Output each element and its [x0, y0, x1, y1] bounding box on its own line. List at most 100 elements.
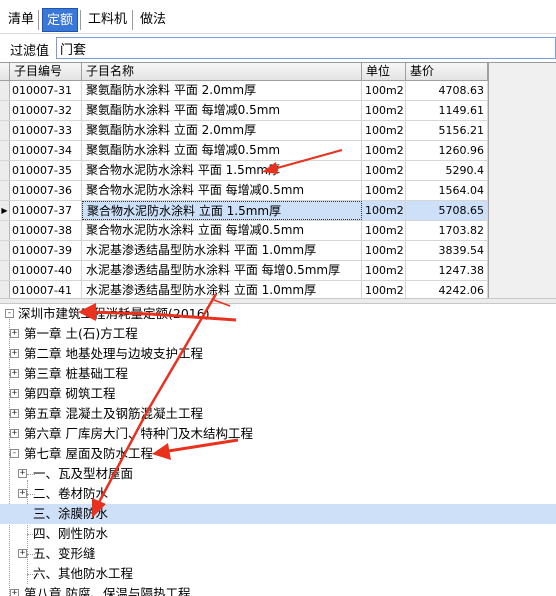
row-indicator — [0, 141, 10, 160]
row-unit: 100m2 — [362, 81, 406, 100]
expand-icon[interactable]: + — [10, 389, 19, 398]
expand-icon[interactable]: + — [18, 469, 27, 478]
row-name: 聚氨酯防水涂料 立面 每增减0.5mm — [82, 141, 362, 160]
tree-node-label: 第二章 地基处理与边坡支护工程 — [24, 346, 203, 361]
tree-node-label: 二、卷材防水 — [33, 486, 109, 501]
expand-icon[interactable]: + — [10, 329, 19, 338]
collapse-icon[interactable]: - — [10, 449, 19, 458]
row-indicator — [0, 101, 10, 120]
row-pointer-icon: ▶ — [0, 201, 10, 220]
row-price: 1703.82 — [406, 221, 488, 240]
expand-icon[interactable]: + — [18, 549, 27, 558]
expand-icon[interactable]: + — [10, 369, 19, 378]
tab-method[interactable]: 做法 — [136, 8, 170, 32]
tree-node-section[interactable]: 六、其他防水工程 — [0, 564, 556, 584]
row-price: 1564.04 — [406, 181, 488, 200]
expand-icon[interactable]: + — [10, 349, 19, 358]
row-name: 聚氨酯防水涂料 平面 2.0mm厚 — [82, 81, 362, 100]
row-unit: 100m2 — [362, 101, 406, 120]
tree-node-section[interactable]: + 五、变形缝 — [0, 544, 556, 564]
tree-node-label: 五、变形缝 — [33, 546, 96, 561]
row-name: 水泥基渗透结晶型防水涂料 平面 1.0mm厚 — [82, 241, 362, 260]
row-indicator — [0, 121, 10, 140]
row-name: 聚氨酯防水涂料 立面 2.0mm厚 — [82, 121, 362, 140]
table-header: 子目编号 子目名称 单位 基价 — [0, 63, 488, 81]
row-name: 水泥基渗透结晶型防水涂料 平面 每增0.5mm厚 — [82, 261, 362, 280]
row-code: 010007-40 — [10, 261, 82, 280]
tree-node-chapter[interactable]: + 第六章 厂库房大门、特种门及木结构工程 — [0, 424, 556, 444]
tree-node-chapter[interactable]: + 第五章 混凝土及钢筋混凝土工程 — [0, 404, 556, 424]
row-price: 1247.38 — [406, 261, 488, 280]
table-row[interactable]: 010007-36 聚合物水泥防水涂料 平面 每增减0.5mm 100m2 15… — [0, 181, 488, 201]
row-indicator — [0, 81, 10, 100]
row-code: 010007-33 — [10, 121, 82, 140]
row-name: 聚合物水泥防水涂料 立面 每增减0.5mm — [82, 221, 362, 240]
tree-node-label: 第一章 土(石)方工程 — [24, 326, 138, 341]
filter-input[interactable] — [56, 37, 556, 59]
table-row[interactable]: 010007-35 聚合物水泥防水涂料 平面 1.5mm厚 100m2 5290… — [0, 161, 488, 181]
tree-node-label: 第三章 桩基础工程 — [24, 366, 128, 381]
collapse-icon[interactable]: - — [5, 309, 14, 318]
row-name: 聚合物水泥防水涂料 平面 每增减0.5mm — [82, 181, 362, 200]
table-row[interactable]: 010007-39 水泥基渗透结晶型防水涂料 平面 1.0mm厚 100m2 3… — [0, 241, 488, 261]
row-indicator — [0, 181, 10, 200]
table-row[interactable]: 010007-31 聚氨酯防水涂料 平面 2.0mm厚 100m2 4708.6… — [0, 81, 488, 101]
tree-node-chapter[interactable]: + 第三章 桩基础工程 — [0, 364, 556, 384]
tree-node-chapter[interactable]: + 第四章 砌筑工程 — [0, 384, 556, 404]
tree-node-label: 第八章 防腐、保温与隔热工程 — [24, 586, 191, 596]
tab-bill[interactable]: 清单 — [4, 8, 38, 32]
expand-icon[interactable]: + — [10, 409, 19, 418]
table-row-selected[interactable]: ▶ 010007-37 聚合物水泥防水涂料 立面 1.5mm厚 100m2 57… — [0, 201, 488, 221]
row-price: 1149.61 — [406, 101, 488, 120]
tree-node-label: 第四章 砌筑工程 — [24, 386, 116, 401]
row-code: 010007-37 — [10, 201, 82, 220]
tree-node-chapter[interactable]: + 第八章 防腐、保温与隔热工程 — [0, 584, 556, 596]
table-row[interactable]: 010007-38 聚合物水泥防水涂料 立面 每增减0.5mm 100m2 17… — [0, 221, 488, 241]
tree-node-section[interactable]: + 二、卷材防水 — [0, 484, 556, 504]
tab-separator — [80, 10, 81, 30]
row-price: 5708.65 — [406, 201, 488, 220]
quota-table: 子目编号 子目名称 单位 基价 010007-31 聚氨酯防水涂料 平面 2.0… — [0, 62, 556, 301]
tab-quota[interactable]: 定额 — [42, 8, 79, 32]
row-price: 5290.4 — [406, 161, 488, 180]
row-code: 010007-34 — [10, 141, 82, 160]
row-price: 3839.54 — [406, 241, 488, 260]
header-indicator — [0, 63, 10, 81]
quota-tree: - 深圳市建筑工程消耗量定额(2016) + 第一章 土(石)方工程 + 第二章… — [0, 304, 556, 596]
tree-node-section-selected[interactable]: 三、涂膜防水 — [0, 504, 556, 524]
table-row[interactable]: 010007-40 水泥基渗透结晶型防水涂料 平面 每增0.5mm厚 100m2… — [0, 261, 488, 281]
row-unit: 100m2 — [362, 181, 406, 200]
grid-empty-area — [488, 63, 556, 299]
row-code: 010007-38 — [10, 221, 82, 240]
tree-node-section[interactable]: + 一、瓦及型材屋面 — [0, 464, 556, 484]
tree-node-section[interactable]: 四、刚性防水 — [0, 524, 556, 544]
table-row[interactable]: 010007-32 聚氨酯防水涂料 平面 每增减0.5mm 100m2 1149… — [0, 101, 488, 121]
row-code: 010007-32 — [10, 101, 82, 120]
filter-bar: 过滤值 — [0, 36, 556, 60]
expand-icon[interactable]: + — [10, 429, 19, 438]
expand-icon[interactable]: + — [10, 589, 19, 596]
header-code[interactable]: 子目编号 — [10, 63, 82, 81]
tree-node-label: 六、其他防水工程 — [33, 566, 134, 581]
header-name[interactable]: 子目名称 — [82, 63, 362, 81]
row-code: 010007-39 — [10, 241, 82, 260]
row-indicator — [0, 241, 10, 260]
tab-separator — [38, 10, 39, 30]
tree-node-label: 第六章 厂库房大门、特种门及木结构工程 — [24, 426, 253, 441]
tree-node-chapter[interactable]: + 第二章 地基处理与边坡支护工程 — [0, 344, 556, 364]
row-name: 聚合物水泥防水涂料 立面 1.5mm厚 — [82, 201, 362, 220]
row-code: 010007-31 — [10, 81, 82, 100]
expand-icon[interactable]: + — [18, 489, 27, 498]
tree-node-label: 三、涂膜防水 — [33, 506, 109, 521]
row-unit: 100m2 — [362, 161, 406, 180]
tree-node-chapter[interactable]: + 第一章 土(石)方工程 — [0, 324, 556, 344]
row-price: 4708.63 — [406, 81, 488, 100]
header-unit[interactable]: 单位 — [362, 63, 406, 81]
row-code: 010007-35 — [10, 161, 82, 180]
header-price[interactable]: 基价 — [406, 63, 488, 81]
table-row[interactable]: 010007-33 聚氨酯防水涂料 立面 2.0mm厚 100m2 5156.2… — [0, 121, 488, 141]
tab-labor-material-machine[interactable]: 工料机 — [84, 8, 131, 32]
table-row[interactable]: 010007-34 聚氨酯防水涂料 立面 每增减0.5mm 100m2 1260… — [0, 141, 488, 161]
tree-node-root[interactable]: - 深圳市建筑工程消耗量定额(2016) — [0, 304, 556, 324]
tree-node-chapter-expanded[interactable]: - 第七章 屋面及防水工程 — [0, 444, 556, 464]
